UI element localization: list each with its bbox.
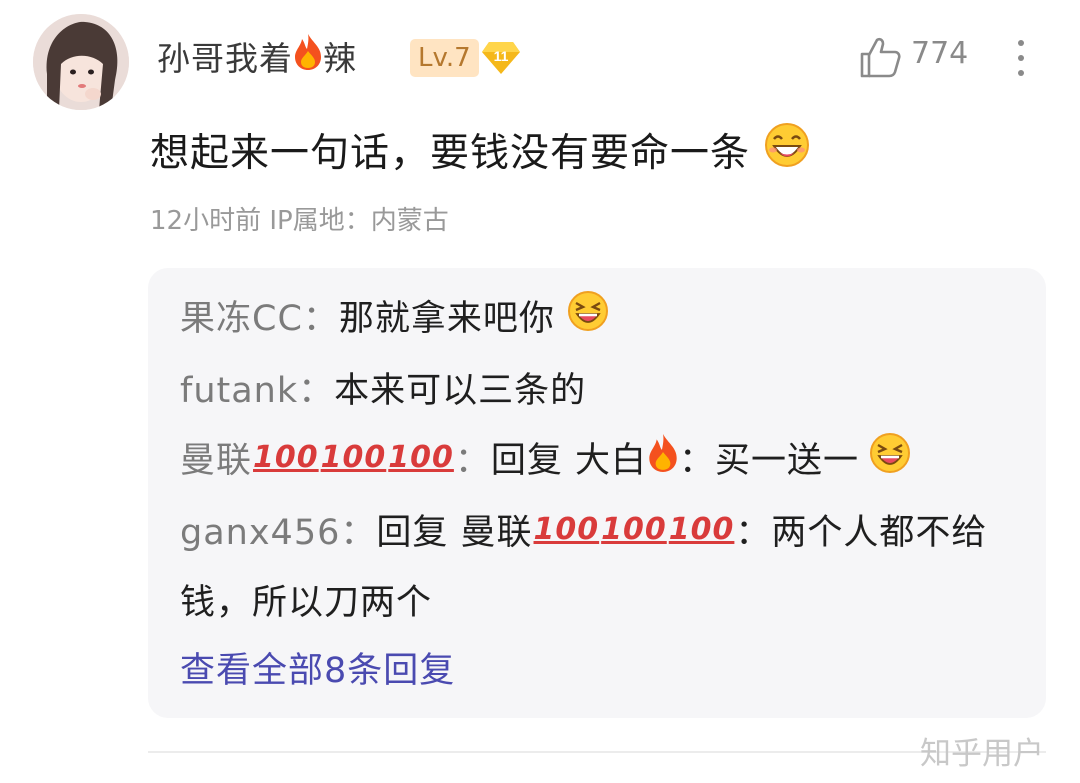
vip-badge-icon: 11 [481, 40, 521, 76]
laugh-emoji-icon [869, 432, 911, 483]
fire-icon [293, 33, 323, 79]
grin-emoji-icon [764, 122, 810, 178]
reply-author[interactable]: 曼联 [180, 432, 252, 483]
hundred-points-icon: 100 [320, 440, 387, 475]
reply-text: 回复 大白 [490, 441, 648, 481]
reply-item[interactable]: futank： 本来可以三条的 [180, 362, 586, 413]
hundred-points-icon: 100 [668, 512, 735, 547]
reply-text-continued: 钱，所以刀两个 [180, 583, 433, 623]
comment-content: 想起来一句话，要钱没有要命一条 [150, 131, 751, 176]
reply-author[interactable]: futank： [180, 362, 334, 413]
hundred-points-icon: 100 [533, 512, 600, 547]
comment-text: 想起来一句话，要钱没有要命一条 [150, 122, 810, 178]
author-name-part1: 孙哥我着 [157, 39, 293, 78]
comment-meta: 12小时前 IP属地：内蒙古 [150, 206, 449, 236]
hundred-points-icon: 100 [601, 512, 667, 547]
divider [148, 751, 1046, 753]
reply-author[interactable]: 果冻CC： [180, 290, 339, 341]
watermark: 知乎用户 [920, 736, 1044, 772]
reply-text: 那就拿来吧你 [338, 299, 555, 339]
more-options-icon[interactable] [1006, 38, 1036, 80]
fire-icon [647, 433, 679, 482]
hundred-points-icon: 100 [253, 440, 319, 475]
vip-badge-number: 11 [494, 48, 509, 64]
reply-text-rest: ：买一送一 [679, 441, 860, 481]
avatar[interactable] [33, 14, 129, 110]
view-all-replies-link[interactable]: 查看全部8条回复 [180, 642, 455, 693]
reply-author[interactable]: ganx456： [180, 504, 376, 555]
like-count: 774 [911, 36, 969, 71]
reply-text: 回复 曼联 [376, 513, 533, 553]
thumbs-up-icon[interactable] [858, 35, 902, 79]
author-name[interactable]: 孙哥我着 辣 [157, 32, 357, 80]
author-name-part2: 辣 [323, 39, 357, 78]
reply-separator: ： [454, 441, 491, 481]
hundred-points-icon: 100 [388, 440, 454, 475]
replies-panel: 果冻CC： 那就拿来吧你 futank： 本来可以三条的 曼联 100 100 … [148, 268, 1046, 718]
laugh-emoji-icon [567, 290, 609, 341]
level-badge: Lv.7 [410, 39, 479, 77]
reply-item[interactable]: 果冻CC： 那就拿来吧你 [180, 290, 609, 341]
reply-text: 本来可以三条的 [334, 371, 587, 411]
reply-text-rest: ：两个人都不给 [735, 513, 988, 553]
reply-item[interactable]: 曼联 100 100 100 ： 回复 大白 ：买一送一 [180, 432, 911, 483]
reply-item[interactable]: ganx456： 回复 曼联 100 100 100 ：两个人都不给 [180, 504, 987, 555]
